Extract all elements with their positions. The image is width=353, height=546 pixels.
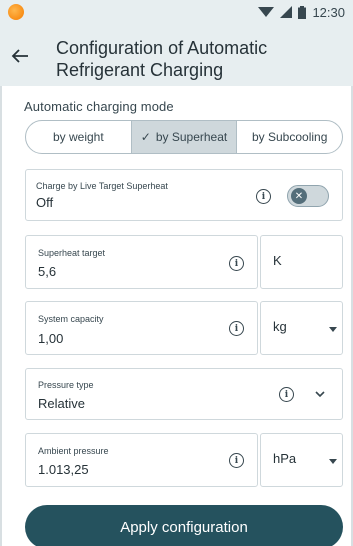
capacity-unit-label: kg [273,319,287,334]
ambient-pressure-value: 1.013,25 [38,462,89,477]
signal-icon [280,6,293,18]
status-bar: 12:30 [0,0,353,24]
system-capacity-label: System capacity [38,314,104,324]
page-title: Configuration of Automatic Refrigerant C… [56,38,268,80]
live-target-label: Charge by Live Target Superheat [36,181,168,191]
superheat-unit-label: K [273,253,282,268]
ambient-pressure-label: Ambient pressure [38,446,109,456]
dropdown-caret-icon [329,327,337,332]
pressure-unit-select[interactable]: hPa [260,433,343,487]
ambient-pressure-field[interactable]: Ambient pressure 1.013,25 i [25,433,258,487]
info-icon[interactable]: i [256,189,271,204]
status-indicators: 12:30 [258,5,345,20]
back-arrow-icon[interactable] [10,46,30,66]
check-icon: ✓ [140,130,151,144]
mode-option-label: by Superheat [155,130,228,144]
info-icon[interactable]: i [229,321,244,336]
status-time: 12:30 [312,4,345,20]
capacity-unit-select[interactable]: kg [260,301,343,355]
mode-option-label: by weight [52,130,104,144]
left-border [0,86,2,546]
system-capacity-field[interactable]: System capacity 1,00 i [25,301,258,355]
info-icon[interactable]: i [229,256,244,271]
live-target-card: Charge by Live Target Superheat Off i ✕ [25,169,343,221]
superheat-target-value: 5,6 [38,264,57,279]
pressure-unit-label: hPa [273,451,297,466]
superheat-target-label: Superheat target [38,248,106,258]
mode-option-by-subcooling[interactable]: by Subcooling [237,121,342,153]
charging-mode-segmented-control: by weight ✓ by Superheat by Subcooling [25,120,343,154]
pressure-type-value: Relative [38,396,85,411]
system-capacity-value: 1,00 [38,331,64,346]
app-logo-icon [8,4,24,20]
info-icon[interactable]: i [279,387,294,402]
mode-option-label: by Subcooling [251,130,328,144]
pressure-type-select[interactable]: Pressure type Relative i [25,368,343,420]
mode-option-by-superheat[interactable]: ✓ by Superheat [131,121,238,153]
app-header: Configuration of Automatic Refrigerant C… [0,24,353,86]
charging-mode-label: Automatic charging mode [24,99,174,114]
info-icon[interactable]: i [229,453,244,468]
live-target-toggle[interactable]: ✕ [287,185,329,207]
pressure-type-label: Pressure type [38,380,94,390]
superheat-unit: K [260,235,343,289]
dropdown-caret-icon [329,459,337,464]
battery-icon [298,5,307,19]
mode-option-by-weight[interactable]: by weight [26,121,132,153]
live-target-value: Off [36,195,54,210]
apply-configuration-button[interactable]: Apply configuration [25,505,343,546]
close-icon: ✕ [291,188,307,204]
chevron-down-icon [315,391,325,398]
superheat-target-field[interactable]: Superheat target 5,6 i [25,235,258,289]
wifi-icon [258,7,275,17]
